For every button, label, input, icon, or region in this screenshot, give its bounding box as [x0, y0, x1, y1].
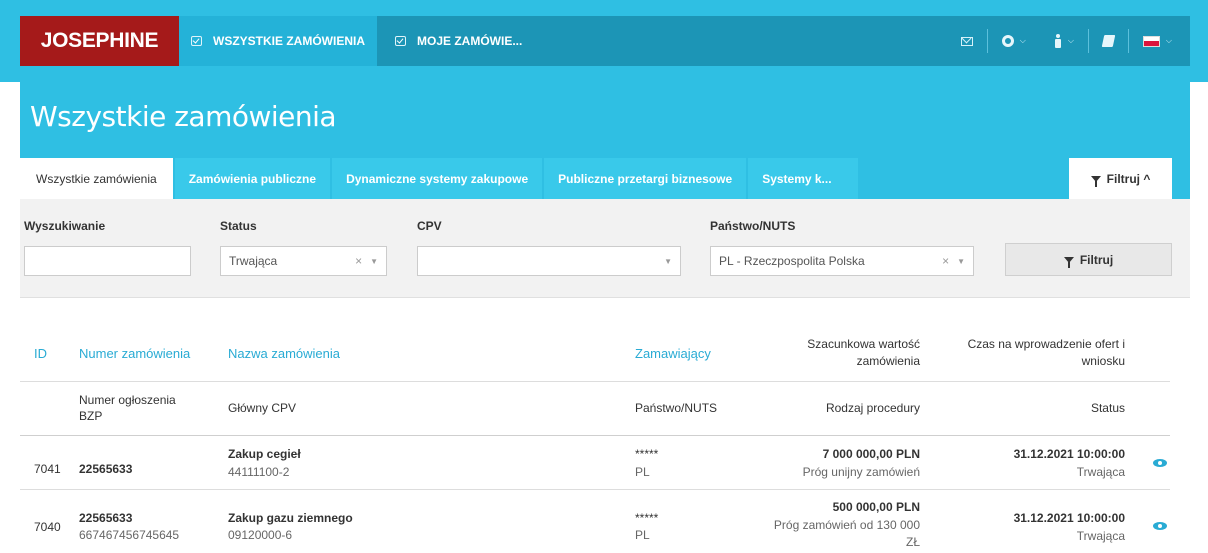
- row-cpv: 09120000-6: [228, 528, 293, 542]
- cpv-label: CPV: [417, 219, 442, 233]
- row-procedure: Próg unijny zamówień: [802, 465, 920, 479]
- filter-button-label: Filtruj: [1079, 252, 1114, 267]
- messages-button[interactable]: [947, 16, 987, 66]
- chevron-down-icon: ▼: [957, 256, 965, 266]
- chevron-down-icon: ⌵: [1067, 36, 1074, 45]
- row-id: 7040: [34, 520, 61, 534]
- filter-button[interactable]: Filtruj: [1005, 243, 1172, 276]
- row-country: PL: [635, 465, 650, 479]
- col-procedure: Rodzaj procedury: [825, 401, 920, 415]
- status-value: Trwająca: [229, 254, 278, 268]
- chevron-down-icon: ▼: [370, 256, 378, 266]
- row-number: 22565633: [79, 462, 133, 476]
- flag-pl-icon: [1142, 35, 1160, 47]
- clear-icon[interactable]: ×: [355, 254, 362, 268]
- row-status: Trwająca: [1076, 465, 1125, 479]
- tab-public-orders[interactable]: Zamówienia publiczne: [174, 158, 331, 199]
- page-header: Wszystkie zamówienia Wszystkie zamówieni…: [20, 82, 1190, 199]
- country-select[interactable]: PL - Rzeczpospolita Polska × ▼: [710, 246, 974, 276]
- row-procedure-cont: ZŁ: [905, 535, 920, 549]
- divider: [20, 489, 1170, 490]
- page-title: Wszystkie zamówienia: [30, 100, 337, 133]
- manual-button[interactable]: [1089, 16, 1128, 66]
- country-value: PL - Rzeczpospolita Polska: [719, 254, 865, 268]
- main-navbar: JOSEPHINE WSZYSTKIE ZAMÓWIENIA MOJE ZAMÓ…: [20, 16, 1190, 66]
- chevron-down-icon: ⌵: [1019, 36, 1026, 45]
- row-procedure: Próg zamówień od 130 000: [773, 518, 920, 532]
- col-name[interactable]: Nazwa zamówienia: [228, 346, 340, 361]
- tab-systems-k[interactable]: Systemy k...: [748, 158, 859, 199]
- user-menu[interactable]: ⌵: [1040, 16, 1088, 66]
- col-cpv: Główny CPV: [228, 401, 297, 415]
- col-id[interactable]: ID: [34, 346, 47, 361]
- logo[interactable]: JOSEPHINE: [20, 16, 179, 66]
- filter-toggle[interactable]: Filtruj ^: [1069, 158, 1172, 199]
- country-label: Państwo/NUTS: [710, 219, 796, 233]
- filter-toggle-label: Filtruj ^: [1106, 171, 1151, 186]
- divider: [20, 381, 1170, 382]
- chevron-down-icon: ⌵: [1165, 36, 1172, 45]
- row-deadline: 31.12.2021 10:00:00: [1013, 447, 1125, 461]
- status-label: Status: [220, 219, 257, 233]
- row-value: 500 000,00 PLN: [832, 500, 920, 514]
- col-notice: Numer ogłoszenia BZP: [79, 393, 176, 423]
- nav-all-orders[interactable]: WSZYSTKIE ZAMÓWIENIA: [179, 16, 377, 66]
- tab-public-business-tenders[interactable]: Publiczne przetargi biznesowe: [544, 158, 747, 199]
- filter-icon: [1063, 256, 1074, 268]
- row-notice: 667467456745645: [79, 528, 180, 542]
- row-id: 7041: [34, 462, 61, 476]
- search-input[interactable]: [24, 246, 191, 276]
- row-value: 7 000 000,00 PLN: [822, 447, 920, 461]
- cpv-select[interactable]: ▼: [417, 246, 681, 276]
- checkbox-icon: [395, 36, 406, 46]
- tab-dynamic-systems[interactable]: Dynamiczne systemy zakupowe: [332, 158, 543, 199]
- row-status: Trwająca: [1076, 529, 1125, 543]
- col-deadline: Czas na wprowadzenie ofert i wniosku: [967, 337, 1125, 368]
- settings-menu[interactable]: ⌵: [988, 16, 1040, 66]
- row-name: Zakup gazu ziemnego: [228, 511, 353, 525]
- clear-icon[interactable]: ×: [942, 254, 949, 268]
- col-status: Status: [1090, 401, 1125, 415]
- status-select[interactable]: Trwająca × ▼: [220, 246, 387, 276]
- row-buyer: *****: [635, 447, 659, 461]
- nav-my-orders[interactable]: MOJE ZAMÓWIE...: [377, 16, 534, 66]
- row-deadline: 31.12.2021 10:00:00: [1013, 511, 1125, 525]
- book-icon: [1101, 35, 1116, 47]
- search-label: Wyszukiwanie: [24, 219, 106, 233]
- mail-icon: [960, 36, 973, 46]
- filter-panel: Wyszukiwanie Status Trwająca × ▼ CPV ▼ P…: [20, 199, 1190, 298]
- gear-icon: [1001, 35, 1014, 47]
- tab-all-orders[interactable]: Wszystkie zamówienia: [20, 158, 173, 199]
- nav-my-orders-label: MOJE ZAMÓWIE...: [417, 34, 523, 48]
- row-country: PL: [635, 528, 650, 542]
- chevron-down-icon: ▼: [664, 256, 672, 266]
- language-menu[interactable]: ⌵: [1129, 16, 1190, 66]
- col-buyer[interactable]: Zamawiający: [635, 346, 711, 361]
- col-country: Państwo/NUTS: [635, 401, 718, 415]
- row-cpv: 44111100-2: [228, 465, 290, 479]
- eye-icon[interactable]: [1153, 522, 1167, 530]
- divider: [20, 435, 1170, 436]
- checkbox-icon: [191, 36, 202, 46]
- nav-all-orders-label: WSZYSTKIE ZAMÓWIENIA: [213, 34, 365, 48]
- tab-bar: Wszystkie zamówienia Zamówienia publiczn…: [20, 158, 860, 199]
- top-bar: JOSEPHINE WSZYSTKIE ZAMÓWIENIA MOJE ZAMÓ…: [0, 0, 1208, 82]
- eye-icon[interactable]: [1153, 459, 1167, 467]
- row-number: 22565633: [79, 511, 133, 525]
- row-name: Zakup cegieł: [228, 447, 301, 461]
- filter-icon: [1090, 175, 1101, 187]
- person-icon: [1054, 34, 1062, 48]
- col-number[interactable]: Numer zamówienia: [79, 346, 190, 361]
- col-value: Szacunkowa wartość zamówienia: [807, 337, 920, 368]
- row-buyer: *****: [635, 511, 659, 525]
